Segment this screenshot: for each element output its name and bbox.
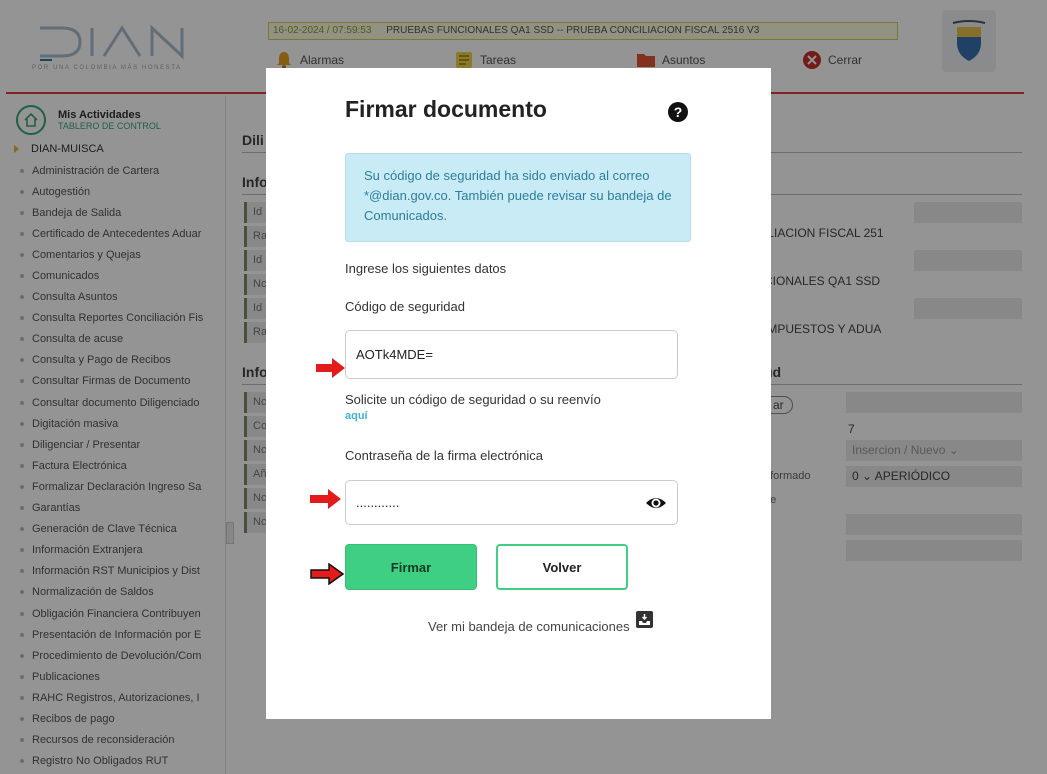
sign-button[interactable]: Firmar xyxy=(345,544,477,590)
security-code-label: Código de seguridad xyxy=(345,299,465,314)
info-alert: Su código de seguridad ha sido enviado a… xyxy=(345,153,691,242)
red-arrow-annotation xyxy=(310,563,344,585)
signature-password-input[interactable] xyxy=(346,481,636,524)
red-arrow-annotation xyxy=(310,489,341,509)
inbox-link[interactable]: Ver mi bandeja de comunicaciones xyxy=(428,611,653,634)
red-arrow-annotation xyxy=(316,358,345,378)
instructions-text: Ingrese los siguientes datos xyxy=(345,261,507,276)
resend-code-text: Solicite un código de seguridad o su ree… xyxy=(345,392,601,407)
eye-icon[interactable] xyxy=(645,493,667,513)
inbox-icon xyxy=(635,611,653,628)
dialog-title: Firmar documento xyxy=(345,96,547,122)
inbox-link-label: Ver mi bandeja de comunicaciones xyxy=(428,619,630,634)
help-icon[interactable]: ? xyxy=(668,102,688,122)
back-button[interactable]: Volver xyxy=(496,544,628,590)
resend-code-link[interactable]: aquí xyxy=(345,410,368,422)
sign-document-dialog: Firmar documento ? Su código de segurida… xyxy=(266,68,771,719)
signature-password-label: Contraseña de la firma electrónica xyxy=(345,448,543,463)
security-code-input[interactable] xyxy=(345,330,678,379)
signature-password-field xyxy=(345,480,678,525)
